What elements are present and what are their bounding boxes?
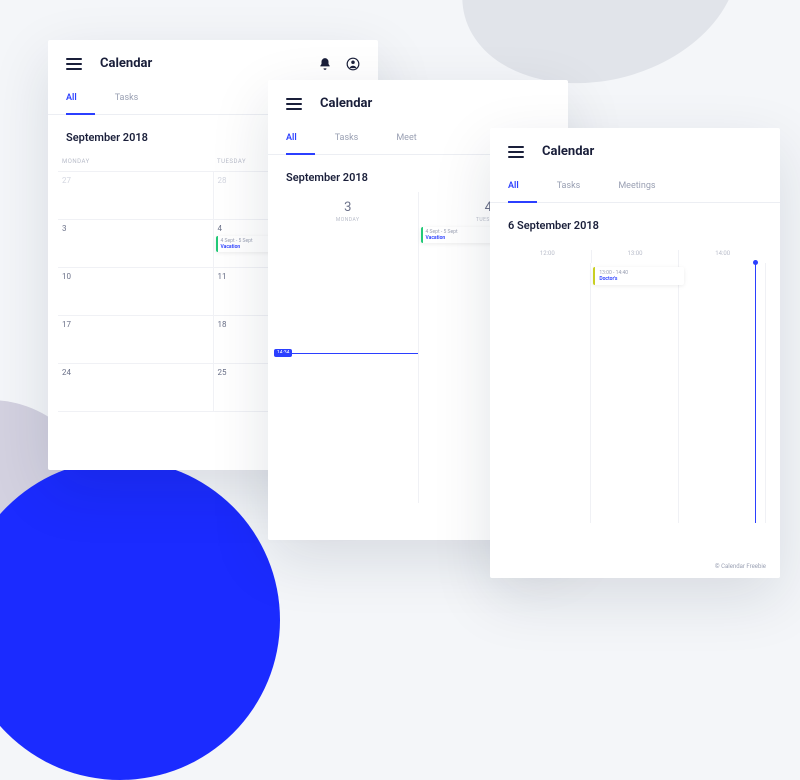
app-title: Calendar — [320, 96, 372, 111]
hour-col[interactable]: 13:00 - 14:40 Doctor's — [591, 263, 678, 523]
header: Calendar — [48, 40, 378, 81]
day-body: 13:00 - 14:40 Doctor's — [490, 263, 780, 523]
header: Calendar — [268, 80, 568, 121]
tab-tasks[interactable]: Tasks — [557, 173, 599, 202]
footer-text: © Calendar Freebie — [715, 563, 766, 570]
tab-tasks[interactable]: Tasks — [115, 85, 157, 114]
week-col-header[interactable]: 3 MONDAY — [278, 192, 419, 223]
header: Calendar — [490, 128, 780, 169]
tab-meetings[interactable]: Meet — [396, 125, 434, 154]
calendar-day-panel: Calendar All Tasks Meetings 6 September … — [490, 128, 780, 578]
day-cell[interactable]: 3 — [58, 220, 214, 267]
time-col: 12:00 — [504, 250, 592, 263]
app-title: Calendar — [100, 56, 152, 71]
tab-all[interactable]: All — [286, 125, 315, 155]
bell-icon[interactable] — [318, 57, 332, 71]
time-col: 13:00 — [592, 250, 680, 263]
menu-icon[interactable] — [286, 98, 302, 110]
app-title: Calendar — [542, 144, 594, 159]
hour-col[interactable] — [679, 263, 766, 523]
bg-shape-blue — [0, 460, 280, 780]
event-doctors[interactable]: 13:00 - 14:40 Doctor's — [593, 267, 683, 285]
time-header: 12:00 13:00 14:00 — [490, 240, 780, 263]
user-icon[interactable] — [346, 57, 360, 71]
week-day-col[interactable]: 14:34 — [278, 223, 419, 503]
day-cell[interactable]: 10 — [58, 268, 214, 315]
date-label: 6 September 2018 — [490, 203, 780, 240]
now-line — [278, 353, 418, 354]
tab-all[interactable]: All — [508, 173, 537, 203]
day-header: MONDAY — [58, 152, 213, 171]
day-cell[interactable]: 27 — [58, 172, 214, 219]
tab-tasks[interactable]: Tasks — [335, 125, 377, 154]
menu-icon[interactable] — [508, 146, 524, 158]
hour-col[interactable] — [504, 263, 591, 523]
day-cell[interactable]: 24 — [58, 364, 214, 411]
day-cell[interactable]: 17 — [58, 316, 214, 363]
tab-meetings[interactable]: Meetings — [618, 173, 673, 202]
now-indicator — [755, 263, 756, 523]
menu-icon[interactable] — [66, 58, 82, 70]
tabs: All Tasks Meetings — [490, 169, 780, 203]
tab-all[interactable]: All — [66, 85, 95, 115]
